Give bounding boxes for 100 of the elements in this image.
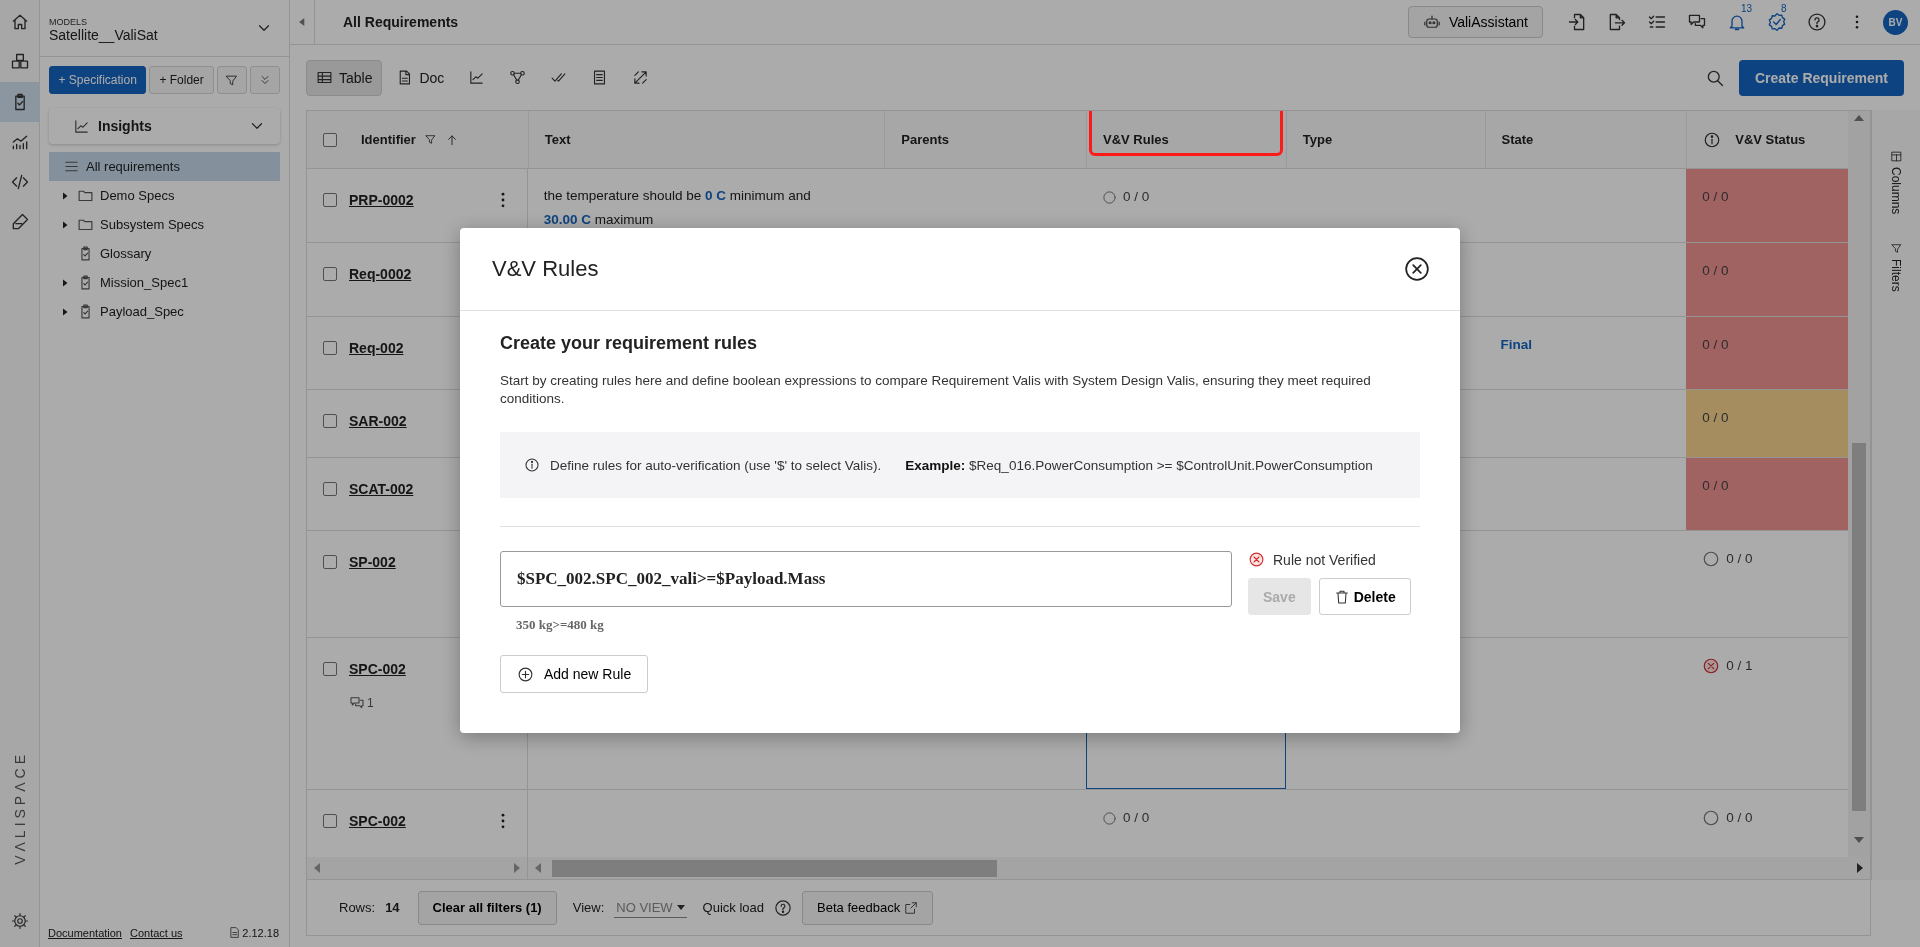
scroll-arrow-icon[interactable]	[1854, 114, 1864, 122]
checkbox[interactable]	[323, 414, 337, 428]
import-icon[interactable]	[1567, 12, 1587, 32]
line-chart-icon[interactable]	[468, 69, 486, 86]
side-tab[interactable]: Filters	[1889, 259, 1903, 293]
settings-icon[interactable]	[10, 912, 29, 930]
requirement-link[interactable]: SPC-002	[349, 808, 406, 834]
quick-load-label: Quick load	[702, 900, 765, 915]
column-header[interactable]: Parents	[901, 132, 949, 147]
column-header[interactable]: Type	[1302, 132, 1333, 147]
info-icon	[524, 457, 540, 473]
trash-icon	[1333, 588, 1350, 605]
column-header[interactable]: State	[1501, 132, 1534, 147]
dropdown-caret-icon	[676, 904, 685, 910]
requirement-link[interactable]: SCAT-002	[349, 476, 414, 502]
rule-status: Rule not Verified	[1273, 551, 1376, 568]
tree-item[interactable]: All requirements	[49, 152, 280, 181]
add-folder-button[interactable]: + Folder	[149, 66, 214, 94]
checkbox[interactable]	[323, 555, 337, 569]
empty-circle-icon	[1702, 809, 1721, 827]
comment-icon[interactable]	[349, 695, 365, 711]
status-count: 0 / 0	[1702, 477, 1729, 495]
footer-link[interactable]: Documentation	[48, 926, 122, 939]
code-icon[interactable]	[9, 172, 30, 192]
create-requirement-button[interactable]: Create Requirement	[1738, 59, 1904, 96]
error-icon	[1248, 551, 1265, 568]
column-header[interactable]: Text	[544, 132, 571, 147]
status-count: 0 / 0	[1702, 336, 1729, 354]
rules-count: 0 / 0	[1123, 809, 1150, 827]
status-count: 0 / 1	[1726, 657, 1753, 675]
filter-icon[interactable]	[423, 133, 437, 146]
view-tab[interactable]: Doc	[386, 59, 455, 96]
help-icon[interactable]	[1807, 12, 1827, 32]
column-header[interactable]: V&V Status	[1735, 132, 1806, 147]
requirement-link[interactable]: SP-002	[349, 549, 396, 575]
insights-label: Insights	[98, 118, 153, 134]
column-header[interactable]: Identifier	[361, 132, 416, 147]
clear-filters-button[interactable]: Clear all filters (1)	[417, 890, 557, 925]
robot-icon	[1422, 13, 1441, 31]
checkbox[interactable]	[323, 267, 337, 281]
notification-count: 13	[1741, 3, 1753, 14]
requirement-text: the temperature should be 0 C minimum and 30.00 C maximum	[543, 187, 812, 229]
model-name: Satellite__ValiSat	[49, 27, 158, 43]
beta-feedback-button[interactable]: Beta feedback	[802, 890, 934, 925]
checkbox[interactable]	[323, 662, 337, 676]
comment-count: 1	[367, 695, 374, 712]
help-icon[interactable]	[774, 898, 793, 917]
section-heading: Create your requirement rules	[500, 333, 759, 354]
rows-label: Rows:	[339, 900, 376, 915]
scroll-arrow-icon[interactable]	[1854, 836, 1864, 844]
footer-link[interactable]: Contact us	[130, 926, 183, 939]
requirement-link[interactable]: PRP-0002	[349, 187, 414, 213]
filter-button[interactable]	[216, 66, 247, 94]
requirement-link[interactable]: Req-0002	[349, 261, 412, 287]
plus-circle-icon	[517, 665, 534, 683]
close-icon[interactable]	[1404, 256, 1430, 282]
cubes-icon[interactable]	[9, 52, 30, 72]
info-icon	[1703, 130, 1722, 149]
rule-input[interactable]: $SPC_002.SPC_002_vali>=$Payload.Mass	[500, 551, 1232, 607]
tree-item[interactable]: Glossary	[49, 239, 280, 268]
tree-item[interactable]: Demo Specs	[49, 181, 280, 210]
status-count: 0 / 0	[1702, 262, 1729, 280]
tree-item[interactable]: Mission_Spec1	[49, 268, 280, 297]
add-specification-button[interactable]: + Specification	[49, 66, 147, 94]
view-tab[interactable]: Table	[306, 59, 383, 96]
verified-badge-icon[interactable]	[1767, 12, 1787, 32]
delete-button[interactable]: Delete	[1318, 578, 1411, 615]
requirement-link[interactable]: SPC-002	[349, 656, 406, 682]
checkbox[interactable]	[323, 814, 337, 828]
side-tab[interactable]: Columns	[1889, 167, 1903, 215]
tree-item[interactable]: Subsystem Specs	[49, 210, 280, 239]
tools-icon[interactable]	[632, 69, 650, 86]
add-rule-button[interactable]: Add new Rule	[500, 655, 649, 693]
checkbox[interactable]	[323, 482, 337, 496]
status-count: 0 / 0	[1702, 409, 1729, 427]
logo: VΛLISPΛCE	[11, 751, 28, 865]
assistant-button[interactable]: ValiAssistant	[1407, 6, 1543, 38]
requirement-link[interactable]: Req-002	[349, 335, 404, 361]
task-count: 8	[1781, 3, 1787, 14]
page-title: All Requirements	[343, 14, 460, 30]
requirement-link[interactable]: SAR-002	[349, 408, 407, 434]
nodes-icon[interactable]	[509, 69, 527, 86]
avatar[interactable]: BV	[1883, 9, 1908, 35]
view-label: View:	[572, 900, 605, 915]
models-label: MODELS	[49, 17, 88, 27]
checkbox[interactable]	[323, 132, 337, 147]
tree-item[interactable]: Payload_Spec	[49, 297, 280, 326]
scroll-arrow-icon[interactable]	[1856, 863, 1864, 873]
checkbox[interactable]	[323, 193, 337, 207]
status-count: 0 / 0	[1702, 188, 1729, 206]
status-count: 0 / 0	[1726, 809, 1753, 827]
example-text: Example: $Req_016.PowerConsumption >= $ControlUnit.PowerConsumption	[905, 457, 1373, 473]
dialog-title: V&V Rules	[492, 256, 599, 282]
nav-item[interactable]	[0, 82, 39, 122]
column-header[interactable]: V&V Rules	[1103, 132, 1169, 147]
checkbox[interactable]	[323, 341, 337, 355]
insights-panel[interactable]: Insights	[49, 108, 280, 144]
scrollbar[interactable]	[1848, 111, 1870, 857]
columns-icon	[1889, 150, 1903, 163]
export-icon[interactable]	[1607, 12, 1627, 32]
